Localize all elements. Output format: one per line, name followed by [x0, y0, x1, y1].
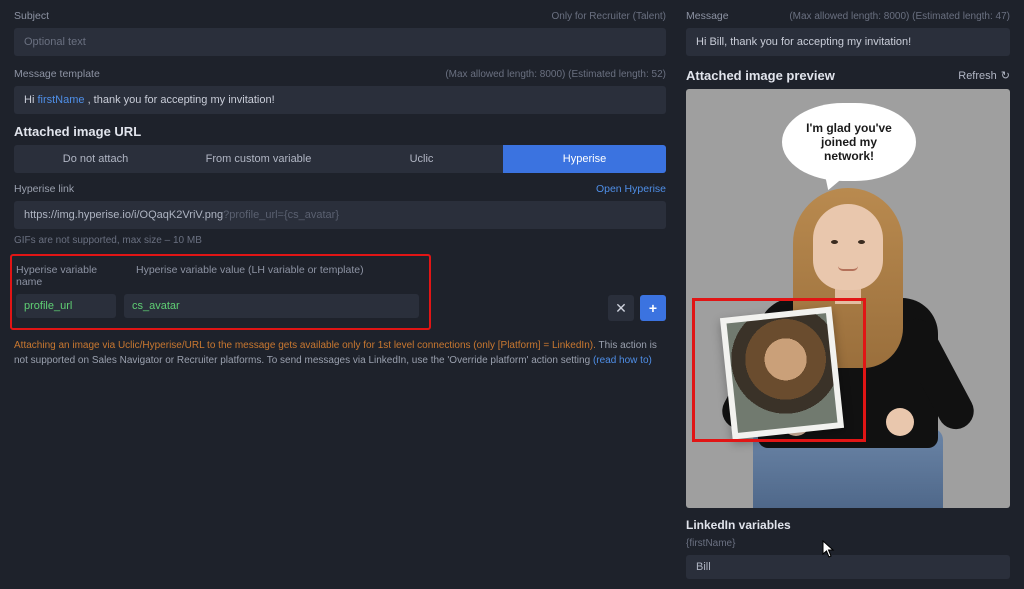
refresh-label: Refresh	[958, 70, 997, 82]
subject-hint: Only for Recruiter (Talent)	[552, 11, 666, 22]
tab-custom-variable[interactable]: From custom variable	[177, 145, 340, 173]
hyperise-url-input[interactable]: https://img.hyperise.io/i/OQaqK2VriV.png…	[14, 201, 666, 229]
remove-var-button[interactable]: ✕	[608, 295, 634, 321]
linkedin-firstname-input[interactable]	[686, 555, 1010, 579]
var-name-header: Hyperise variable name	[16, 264, 116, 288]
plus-icon: +	[649, 300, 657, 316]
preview-title: Attached image preview	[686, 68, 835, 83]
refresh-icon: ↻	[1001, 69, 1010, 82]
message-template-hint: (Max allowed length: 8000) (Estimated le…	[445, 69, 666, 80]
linkedin-variables-title: LinkedIn variables	[686, 518, 1010, 532]
hyperise-note: GIFs are not supported, max size – 10 MB	[14, 235, 666, 246]
hyperise-url-suffix: ?profile_url={cs_avatar}	[223, 209, 339, 221]
highlight-frame: Hyperise variable name Hyperise variable…	[10, 254, 431, 330]
var-value-input[interactable]	[124, 294, 419, 318]
attach-tabs: Do not attach From custom variable Uclic…	[14, 145, 666, 173]
hyperise-link-label: Hyperise link	[14, 183, 74, 195]
photo-highlight-frame	[692, 298, 866, 442]
var-name-input[interactable]	[16, 294, 116, 318]
tab-uclic[interactable]: Uclic	[340, 145, 503, 173]
hyperise-url-base: https://img.hyperise.io/i/OQaqK2VriV.png	[24, 209, 223, 221]
message-template-input[interactable]: Hi firstName , thank you for accepting m…	[14, 86, 666, 114]
template-prefix: Hi	[24, 94, 37, 106]
var-value-header: Hyperise variable value (LH variable or …	[136, 264, 364, 288]
right-message-hint: (Max allowed length: 8000) (Estimated le…	[789, 11, 1010, 22]
subject-label: Subject	[14, 10, 49, 22]
warning-link[interactable]: (read how to)	[593, 355, 652, 366]
subject-input[interactable]	[14, 28, 666, 56]
attached-image-url-title: Attached image URL	[14, 124, 666, 139]
warning-text: Attaching an image via Uclic/Hyperise/UR…	[14, 338, 666, 368]
message-template-label: Message template	[14, 68, 100, 80]
right-message-label: Message	[686, 10, 729, 22]
image-preview: I'm glad you've joined my network!	[686, 89, 1010, 508]
add-var-button[interactable]: +	[640, 295, 666, 321]
template-token-firstname[interactable]: firstName	[37, 94, 84, 106]
tab-hyperise[interactable]: Hyperise	[503, 145, 666, 173]
open-hyperise-link[interactable]: Open Hyperise	[596, 183, 666, 195]
warning-orange: Attaching an image via Uclic/Hyperise/UR…	[14, 340, 596, 351]
close-icon: ✕	[615, 300, 627, 317]
template-suffix: , thank you for accepting my invitation!	[85, 94, 275, 106]
refresh-button[interactable]: Refresh ↻	[958, 69, 1010, 82]
right-message-preview: Hi Bill, thank you for accepting my invi…	[686, 28, 1010, 56]
tab-do-not-attach[interactable]: Do not attach	[14, 145, 177, 173]
linkedin-var-label: {firstName}	[686, 538, 1010, 549]
